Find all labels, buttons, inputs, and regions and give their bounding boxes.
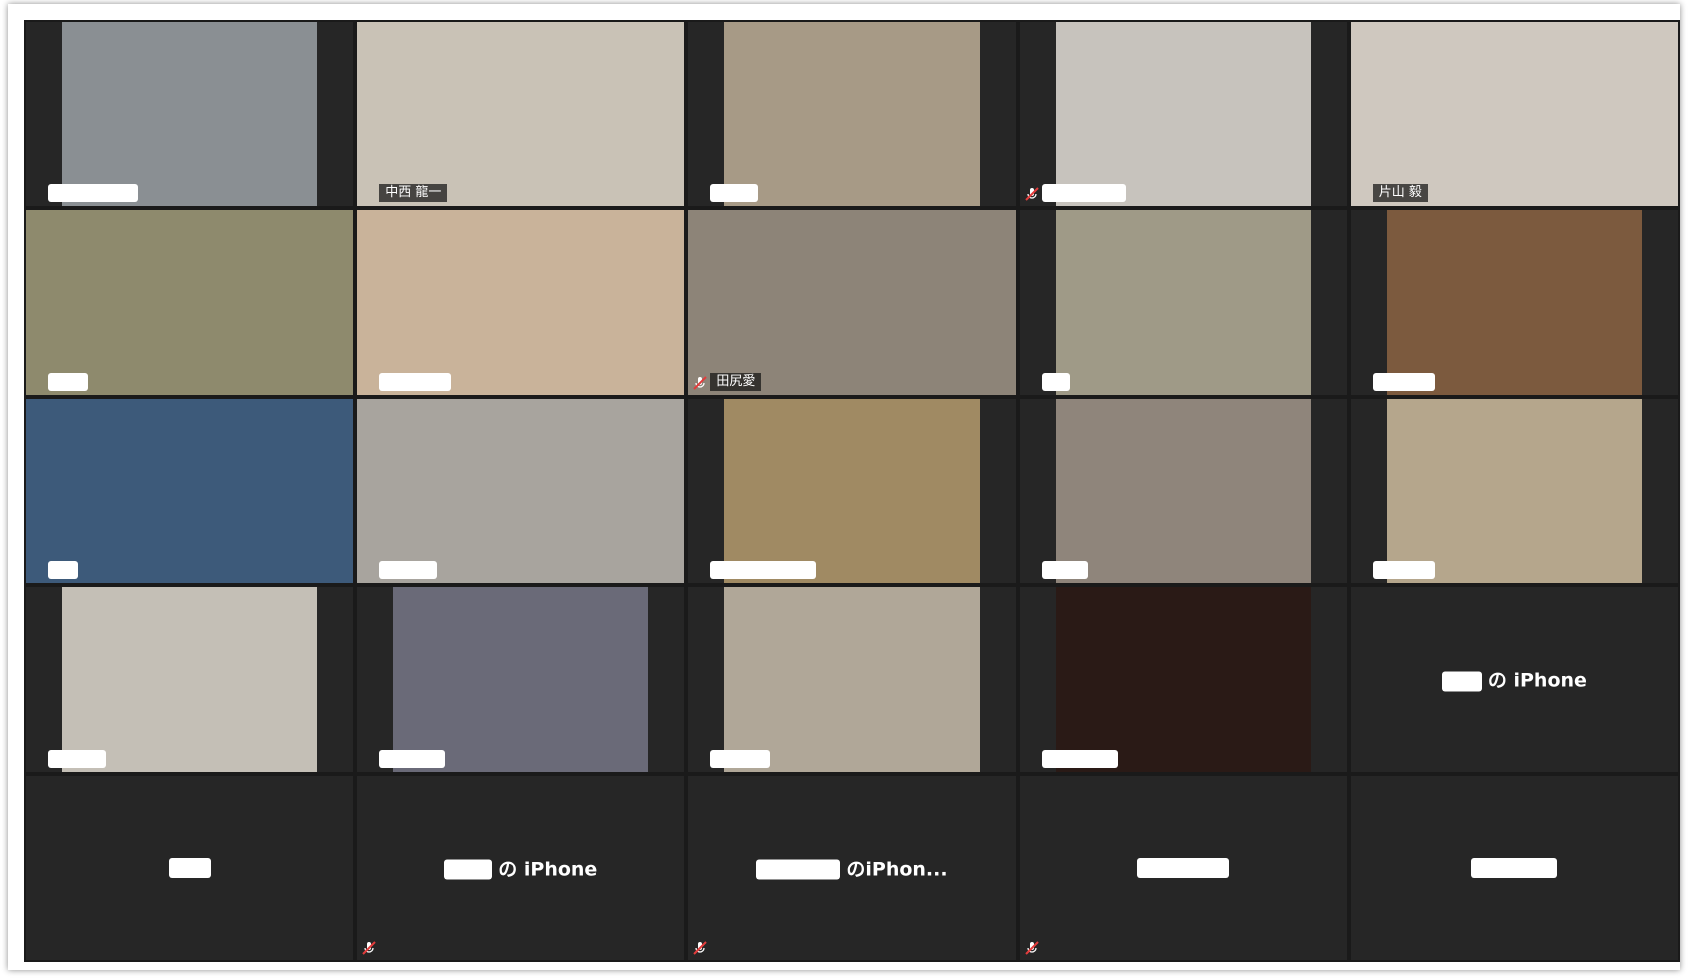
participant-tile[interactable]: のiPhon...のiPhon... [688,775,1016,960]
mic-muted-icon [1024,941,1039,955]
participant-name [48,372,88,391]
participant-tile[interactable] [1350,398,1678,584]
participant-name [1041,184,1126,203]
participant-tile[interactable] [26,398,354,584]
participant-tile[interactable]: の iPhoneの iPhone [357,775,685,960]
participant-name: 片山 毅 [1372,184,1428,203]
video-feed [1055,210,1311,395]
participant-name [379,372,452,391]
participant-name-center: のiPhon... [688,854,1015,881]
participant-tile[interactable] [688,22,1016,207]
participant-name-center [1020,857,1347,879]
participant-name [1041,561,1088,580]
video-feed [26,398,354,584]
video-feed [724,22,980,207]
video-feed [688,210,1016,395]
participant-name [710,561,817,580]
mic-muted-icon [693,941,708,955]
video-feed [1055,398,1311,584]
participant-tile[interactable]: 田尻愛田尻愛 [688,210,1016,395]
participant-name-center: の iPhone [1351,666,1678,693]
participant-name [48,184,138,203]
participant-name [48,561,78,580]
participant-tile[interactable] [357,398,685,584]
participant-name-center: の iPhone [357,854,684,881]
video-feed [61,587,318,772]
video-feed [1055,587,1311,772]
participant-tile[interactable] [1019,210,1347,395]
participant-tile[interactable] [357,587,685,772]
participant-tile[interactable] [1350,210,1678,395]
video-feed [357,398,685,584]
participant-tile[interactable]: 中西 龍一中西 龍一 [357,22,685,207]
participant-name [1372,372,1435,391]
participant-name-center [26,857,353,879]
participant-name [379,749,446,768]
participant-name [1041,749,1118,768]
participant-tile[interactable] [688,398,1016,584]
mic-muted-icon [1024,187,1039,202]
participant-tile[interactable]: の iPhoneの iPhone [1350,587,1678,772]
participant-tile[interactable] [26,210,354,395]
participant-name [1041,372,1070,391]
redacted-name [1137,858,1230,879]
gallery-grid: 中西 龍一中西 龍一 片山 毅片山 毅 田尻愛田尻愛 の iPhoneの iPh… [24,20,1680,962]
participant-name-center [1351,857,1678,879]
video-feed [1386,210,1643,395]
redacted-name [444,859,493,880]
video-feed [1350,22,1678,207]
mic-muted-icon [362,941,376,955]
video-feed [61,22,318,207]
redacted-name [1441,671,1482,692]
participant-name [710,749,771,768]
participant-tile[interactable] [26,587,354,772]
participant-name [48,749,106,768]
video-feed [393,587,649,772]
participant-tile[interactable] [1019,22,1347,207]
mic-muted-icon [693,376,708,390]
participant-tile[interactable] [1019,775,1347,960]
participant-name [379,561,438,580]
participant-tile[interactable] [688,587,1016,772]
video-feed [1055,22,1311,207]
participant-name [1372,561,1435,580]
participant-name: 中西 龍一 [379,184,448,203]
redacted-name [168,858,211,879]
video-feed [724,587,980,772]
participant-name [710,184,759,203]
participant-tile[interactable] [357,210,685,395]
video-feed [1386,398,1643,584]
video-feed [724,398,980,584]
redacted-name [756,859,841,880]
participant-tile[interactable] [1350,775,1678,960]
video-feed [357,210,685,395]
participant-name: 田尻愛 [710,372,762,391]
video-feed [26,210,354,395]
participant-tile[interactable] [1019,398,1347,584]
participant-tile[interactable] [26,775,354,960]
video-feed [357,22,685,207]
participant-tile[interactable] [26,22,354,207]
participant-tile[interactable] [1019,587,1347,772]
participant-tile[interactable]: 片山 毅片山 毅 [1350,22,1678,207]
redacted-name [1471,858,1558,879]
